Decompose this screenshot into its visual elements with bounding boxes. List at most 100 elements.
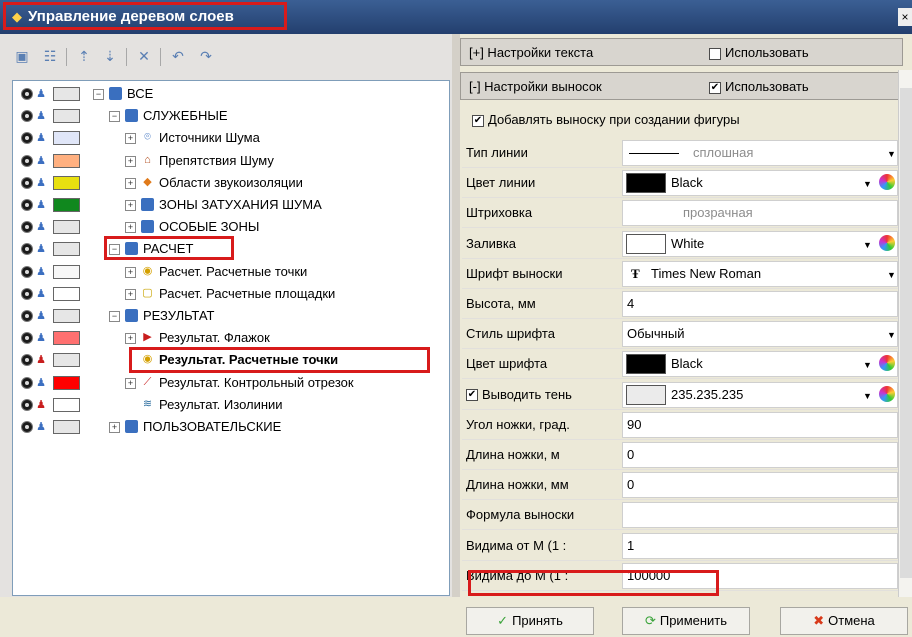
visibility-icon[interactable] [21, 110, 33, 123]
expand-icon[interactable]: + [125, 133, 136, 145]
layer-lock-icon[interactable]: ♟ [35, 88, 47, 100]
property-value[interactable]: 0 [622, 442, 898, 468]
layer-lock-icon[interactable]: ♟ [35, 155, 47, 167]
visibility-icon[interactable] [21, 154, 33, 167]
layer-lock-icon[interactable]: ♟ [35, 399, 47, 411]
property-value[interactable]: ▼ сплошная [622, 140, 898, 166]
layer-lock-icon[interactable]: ♟ [35, 266, 47, 278]
collapse-icon[interactable]: − [93, 89, 104, 100]
layer-lock-icon[interactable]: ♟ [35, 288, 47, 300]
close-button[interactable]: × [898, 8, 912, 26]
collapse-icon[interactable]: − [109, 111, 120, 123]
tree-row[interactable]: ♟ ≋ Результат. Изолинии [13, 394, 445, 416]
expand-icon[interactable]: + [125, 333, 136, 345]
layer-color-swatch[interactable] [53, 420, 80, 434]
delete-icon[interactable]: ✕ [134, 46, 154, 66]
tree-row[interactable]: ♟ − СЛУЖЕБНЫЕ [13, 105, 445, 127]
expand-icon[interactable]: + [125, 177, 136, 189]
dropdown-arrow-icon[interactable]: ▼ [863, 360, 872, 370]
layer-tree[interactable]: ♟ − ВСЕ ♟ − СЛУЖЕБНЫЕ ♟ + ⌾ Источники Шума ♟ + ⌂ Преп… [12, 80, 450, 596]
splitter[interactable] [452, 34, 460, 597]
layer-color-swatch[interactable] [53, 220, 80, 235]
dropdown-arrow-icon[interactable]: ▼ [887, 330, 896, 340]
callout-use-checkbox[interactable]: ✔ Использовать [709, 79, 809, 94]
property-value[interactable]: ▼ Black [622, 170, 898, 197]
visibility-icon[interactable] [21, 132, 33, 145]
layer-lock-icon[interactable]: ♟ [35, 132, 47, 144]
tree-row[interactable]: ♟ + ОСОБЫЕ ЗОНЫ [13, 216, 445, 238]
scrollbar-thumb[interactable] [900, 88, 912, 578]
tree-row[interactable]: ♟ + ЗОНЫ ЗАТУХАНИЯ ШУМА [13, 194, 445, 216]
redo-icon[interactable]: ↷ [196, 46, 216, 66]
expand-icon[interactable]: + [125, 377, 136, 389]
property-value[interactable]: ▼ 235.235.235 [622, 381, 898, 408]
expand-icon[interactable]: + [125, 288, 136, 300]
layer-color-swatch[interactable] [53, 397, 80, 412]
visibility-icon[interactable] [21, 243, 33, 256]
visibility-icon[interactable] [21, 421, 33, 433]
layer-color-swatch[interactable] [53, 353, 80, 368]
visibility-icon[interactable] [21, 332, 33, 345]
property-value[interactable]: 1 [622, 532, 898, 559]
text-use-checkbox[interactable]: Использовать [709, 45, 809, 60]
property-label[interactable]: ✔ Выводить тень [466, 382, 616, 408]
text-settings-section[interactable]: [+] Настройки текста Использовать [460, 38, 903, 66]
move-up-icon[interactable]: ⇡ [74, 46, 94, 66]
layer-color-swatch[interactable] [53, 375, 80, 390]
cancel-button[interactable]: ✖ Отмена [780, 607, 908, 635]
properties-icon[interactable]: ☷ [40, 46, 60, 66]
property-value[interactable]: ▼ Black [622, 351, 898, 378]
layer-lock-icon[interactable]: ♟ [35, 332, 47, 344]
collapse-icon[interactable]: − [109, 311, 120, 322]
visibility-icon[interactable] [21, 265, 33, 278]
layer-lock-icon[interactable]: ♟ [35, 377, 47, 389]
property-value[interactable] [622, 502, 898, 529]
tree-row[interactable]: ♟ + ПОЛЬЗОВАТЕЛЬСКИЕ [13, 416, 445, 438]
layer-lock-icon[interactable]: ♟ [35, 243, 47, 255]
add-callout-checkbox[interactable]: ✔ Добавлять выноску при создании фигуры [472, 112, 740, 127]
tree-row[interactable]: ♟ + ◆ Области звукоизоляции [13, 172, 445, 194]
layer-color-swatch[interactable] [53, 87, 80, 101]
visibility-icon[interactable] [21, 199, 33, 211]
tree-row[interactable]: ♟ + ▢ Расчет. Расчетные площадки [13, 283, 445, 305]
visibility-icon[interactable] [21, 221, 33, 234]
visibility-icon[interactable] [21, 398, 33, 411]
apply-button[interactable]: ⟳ Применить [622, 607, 750, 635]
layer-color-swatch[interactable] [53, 109, 80, 124]
visibility-icon[interactable] [21, 310, 33, 322]
palette-icon[interactable] [879, 355, 895, 372]
layer-color-swatch[interactable] [53, 286, 80, 301]
layer-color-swatch[interactable] [53, 198, 80, 212]
move-down-icon[interactable]: ⇣ [100, 46, 120, 66]
dropdown-arrow-icon[interactable]: ▼ [863, 179, 872, 189]
tree-row[interactable]: ♟ − РЕЗУЛЬТАТ [13, 305, 445, 327]
layer-color-swatch[interactable] [53, 131, 80, 146]
visibility-icon[interactable] [21, 376, 33, 389]
dropdown-arrow-icon[interactable]: ▼ [863, 240, 872, 250]
layer-color-swatch[interactable] [53, 309, 80, 323]
layer-color-swatch[interactable] [53, 153, 80, 168]
palette-icon[interactable] [879, 385, 895, 402]
visibility-icon[interactable] [21, 176, 33, 189]
layer-lock-icon[interactable]: ♟ [35, 199, 47, 211]
property-value[interactable]: 4 [622, 291, 898, 317]
visibility-icon[interactable] [21, 88, 33, 100]
layer-lock-icon[interactable]: ♟ [35, 421, 47, 433]
property-value[interactable]: прозрачная [622, 200, 898, 227]
expand-icon[interactable]: + [109, 422, 120, 433]
expand-icon[interactable]: + [125, 222, 136, 234]
dropdown-arrow-icon[interactable]: ▼ [887, 149, 896, 159]
layer-color-swatch[interactable] [53, 175, 80, 190]
vertical-scrollbar[interactable] [898, 70, 912, 597]
layer-color-swatch[interactable] [53, 242, 80, 257]
layer-lock-icon[interactable]: ♟ [35, 221, 47, 233]
property-value[interactable]: ▼ White [622, 230, 898, 257]
layer-lock-icon[interactable]: ♟ [35, 354, 47, 366]
expand-icon[interactable]: + [125, 155, 136, 167]
layer-lock-icon[interactable]: ♟ [35, 177, 47, 189]
layer-lock-icon[interactable]: ♟ [35, 310, 47, 322]
callout-settings-section[interactable]: [-] Настройки выносок ✔ Использовать [460, 72, 903, 100]
property-value[interactable]: ▼ Обычный [622, 321, 898, 348]
tree-row[interactable]: ♟ + ▶ Результат. Флажок [13, 327, 445, 349]
tree-row[interactable]: ♟ + ⌂ Препятствия Шуму [13, 150, 445, 172]
